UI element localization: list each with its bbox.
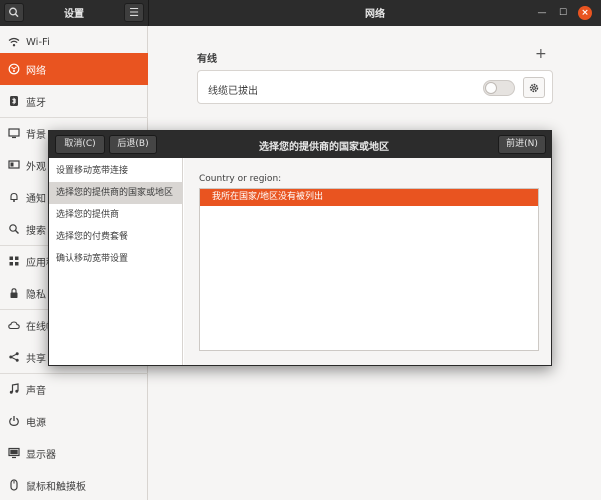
network-icon xyxy=(8,63,20,75)
bell-icon xyxy=(8,191,20,203)
sidebar-item-label: 蓝牙 xyxy=(26,97,46,109)
gear-icon xyxy=(529,83,539,92)
close-button[interactable]: × xyxy=(578,6,592,20)
dialog-title: 选择您的提供商的国家或地区 xyxy=(259,142,389,153)
wizard-step: 选择您的付费套餐 xyxy=(56,232,129,242)
hamburger-icon: ☰ xyxy=(129,6,139,19)
bluetooth-icon xyxy=(8,95,20,107)
add-connection-button[interactable]: + xyxy=(535,46,547,62)
wifi-icon xyxy=(8,36,20,48)
music-icon xyxy=(8,383,20,395)
wired-toggle-switch[interactable] xyxy=(483,80,515,96)
sidebar-item-label: 隐私 xyxy=(26,289,46,301)
minimize-icon: — xyxy=(537,8,547,18)
menu-button[interactable]: ☰ xyxy=(124,3,144,22)
maximize-icon: ☐ xyxy=(558,8,568,18)
sidebar-item-label: 鼠标和触摸板 xyxy=(26,481,86,493)
display-icon xyxy=(8,447,20,459)
wired-section-title: 有线 xyxy=(197,54,217,65)
wizard-step-active: 选择您的提供商的国家或地区 xyxy=(49,182,183,204)
lock-icon xyxy=(8,287,20,299)
sidebar-item-label: 共享 xyxy=(26,353,46,365)
region-list-item[interactable]: 我所在国家/地区没有被列出 xyxy=(200,189,538,206)
appearance-icon xyxy=(8,159,20,171)
wizard-step: 设置移动宽带连接 xyxy=(56,166,129,176)
sidebar-item-label: 搜索 xyxy=(26,225,46,237)
cloud-icon xyxy=(8,319,20,331)
sidebar-item-sound[interactable]: 声音 xyxy=(0,373,148,405)
sidebar-item-label: 显示器 xyxy=(26,449,56,461)
region-list[interactable]: 我所在国家/地区没有被列出 xyxy=(199,188,539,351)
power-icon xyxy=(8,415,20,427)
region-label: Country or region: xyxy=(199,174,282,184)
search-icon xyxy=(8,223,20,235)
wizard-step: 确认移动宽带设置 xyxy=(56,254,129,264)
sidebar-item-label: Wi-Fi xyxy=(26,36,50,48)
sidebar-item-label: 通知 xyxy=(26,193,46,205)
minimize-button[interactable]: — xyxy=(535,6,549,20)
wizard-step: 选择您的提供商 xyxy=(56,210,120,220)
background-icon xyxy=(8,127,20,139)
dialog-header: 取消(C) 后退(B) 选择您的提供商的国家或地区 前进(N) xyxy=(49,131,551,158)
plus-icon: + xyxy=(535,46,547,62)
sidebar-item-label: 外观 xyxy=(26,161,46,173)
wired-status: 线缆已拔出 xyxy=(208,86,258,97)
region-panel: Country or region: 我所在国家/地区没有被列出 xyxy=(184,158,551,365)
toggle-knob xyxy=(485,82,497,94)
sidebar-item-label: 声音 xyxy=(26,385,46,397)
wired-connection-row: 线缆已拔出 xyxy=(197,70,553,104)
close-icon: × xyxy=(581,8,589,18)
mobile-broadband-dialog: 取消(C) 后退(B) 选择您的提供商的国家或地区 前进(N) 设置移动宽带连接… xyxy=(48,130,552,366)
cancel-button[interactable]: 取消(C) xyxy=(55,135,105,154)
sidebar-item-network[interactable]: 网络 xyxy=(0,53,148,85)
sidebar-item-label: 网络 xyxy=(26,65,46,77)
sidebar-item-bluetooth[interactable]: 蓝牙 xyxy=(0,85,148,117)
maximize-button[interactable]: ☐ xyxy=(556,6,570,20)
wired-settings-button[interactable] xyxy=(523,77,545,98)
share-icon xyxy=(8,351,20,363)
sidebar-item-displays[interactable]: 显示器 xyxy=(0,437,148,469)
header-bar: 设置 ☰ 网络 — ☐ × xyxy=(0,0,601,26)
sidebar-item-label: 背景 xyxy=(26,129,46,141)
wizard-steps: 设置移动宽带连接 选择您的提供商的国家或地区 选择您的提供商 选择您的付费套餐 … xyxy=(49,158,183,365)
back-button[interactable]: 后退(B) xyxy=(109,135,157,154)
page-title: 网络 xyxy=(365,9,385,20)
forward-button[interactable]: 前进(N) xyxy=(498,135,546,154)
sidebar-item-label: 电源 xyxy=(26,417,46,429)
mouse-icon xyxy=(8,479,20,491)
sidebar-item-power[interactable]: 电源 xyxy=(0,405,148,437)
sidebar-item-mouse[interactable]: 鼠标和触摸板 xyxy=(0,469,148,500)
apps-icon xyxy=(8,255,20,267)
